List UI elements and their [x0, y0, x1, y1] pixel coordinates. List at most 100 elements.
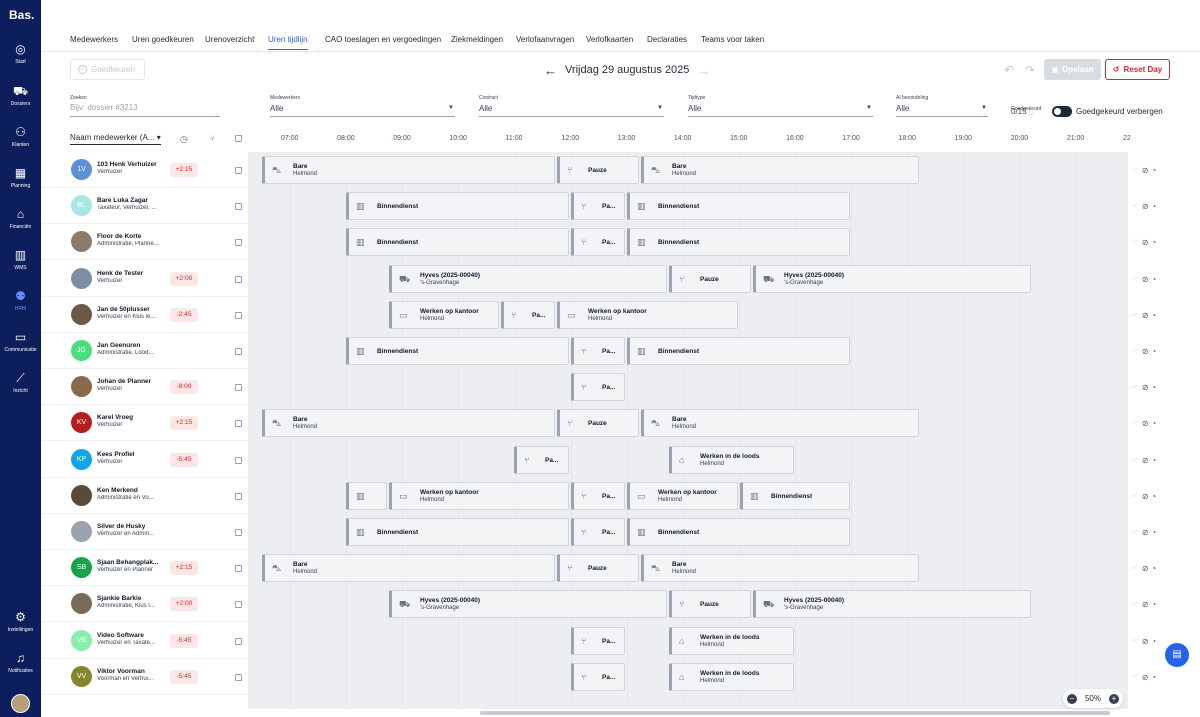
time-block[interactable]: ⛍ Bare Helmond — [262, 156, 555, 184]
time-block[interactable]: ⛍ Bare Helmond — [641, 156, 919, 184]
sidebar-item-instellingen[interactable]: ⚙ Instellingen — [0, 610, 41, 646]
horizontal-scrollbar[interactable] — [480, 711, 1110, 715]
row-checkbox[interactable] — [235, 565, 242, 573]
clock-icon[interactable]: ◷ — [180, 134, 188, 145]
time-block[interactable]: ⑂ Pa... — [571, 192, 625, 221]
row-checkbox[interactable] — [235, 239, 242, 247]
time-block[interactable]: ▥ Binnendienst — [627, 337, 850, 365]
reset-day-button[interactable]: ↺ Reset Day — [1105, 59, 1170, 80]
status-icon[interactable]: ◔ — [1151, 275, 1159, 284]
row-checkbox[interactable] — [235, 637, 242, 645]
time-block[interactable]: ⑂ Pauze — [557, 156, 639, 184]
undo-icon[interactable]: ↶ — [1132, 275, 1142, 284]
tab-cao-toeslagen-en-vergoedingen[interactable]: CAO toeslagen en vergoedingen — [325, 35, 441, 44]
tab-teams-voor-taken[interactable]: Teams voor taken — [701, 35, 764, 44]
user-avatar[interactable] — [11, 694, 30, 713]
row-checkbox[interactable] — [235, 203, 242, 211]
time-block[interactable]: ⛍ Bare Helmond — [262, 554, 555, 583]
tab-urenoverzicht[interactable]: Urenoverzicht — [205, 35, 254, 44]
time-block[interactable]: ⛍ Bare Helmond — [641, 409, 919, 438]
time-block[interactable]: ⑂ Pa... — [571, 373, 625, 402]
row-checkbox[interactable] — [235, 456, 242, 464]
status-icon[interactable]: ◔ — [1151, 564, 1159, 573]
undo-icon[interactable]: ↶ — [1132, 600, 1142, 609]
check-circle-icon[interactable]: ⊘ — [1142, 238, 1152, 247]
time-block[interactable]: ⑂ Pa... — [501, 300, 555, 329]
employee-row[interactable]: 1V 103 Henk Verhuizer Verhuizer +2:15 — [41, 152, 248, 188]
sidebar-item-hrm[interactable]: ⚉ HRM — [0, 289, 41, 325]
tab-declaraties[interactable]: Declaraties — [647, 35, 687, 44]
time-block[interactable]: ▥ Binnendienst — [627, 518, 850, 546]
employee-row[interactable]: JG Jan Geenuren Administratie, Lood... — [41, 333, 248, 369]
sidebar-item-communicatie[interactable]: ▭ Communicatie — [0, 330, 41, 366]
sort-select[interactable]: Naam medewerker (A... ▾ — [70, 133, 161, 145]
hide-approved-toggle[interactable] — [1052, 106, 1072, 117]
time-block[interactable]: ⑂ Pauze — [669, 264, 751, 293]
employees-filter[interactable]: Medewerkers Alle ▼ — [270, 95, 455, 117]
check-circle-icon[interactable]: ⊘ — [1142, 202, 1152, 211]
undo-icon[interactable]: ↶ — [1132, 202, 1142, 211]
undo-icon[interactable]: ↶ — [1132, 419, 1142, 428]
row-checkbox[interactable] — [235, 529, 242, 536]
sidebar-item-start[interactable]: ◎ Start — [0, 42, 41, 78]
save-button[interactable]: ▣ Opslaan — [1044, 59, 1101, 80]
employee-row[interactable]: Ken Merkend Administratie en Vo... — [41, 478, 248, 514]
redo-icon[interactable]: ↷ — [1025, 63, 1035, 77]
time-block[interactable]: ⑂ Pa... — [571, 626, 625, 655]
undo-icon[interactable]: ↶ — [1132, 347, 1142, 356]
row-checkbox[interactable] — [235, 275, 242, 283]
undo-icon[interactable]: ↶ — [1132, 311, 1142, 320]
undo-icon[interactable]: ↶ — [1132, 456, 1142, 465]
time-block[interactable]: ▭ Werken op kantoor Helmond — [389, 300, 499, 329]
undo-icon[interactable]: ↶ — [1132, 673, 1142, 682]
time-block[interactable]: ⑂ Pa... — [571, 228, 625, 257]
time-block[interactable]: ⌂ Werken in de loods Helmond — [669, 445, 794, 474]
status-icon[interactable]: ◔ — [1151, 492, 1159, 501]
row-checkbox[interactable] — [235, 348, 242, 355]
status-icon[interactable]: ◔ — [1151, 528, 1159, 537]
timetype-filter[interactable]: Tijdtype Alle ▼ — [688, 95, 873, 117]
time-block[interactable]: ⑂ Pauze — [557, 554, 639, 583]
time-block[interactable]: ⛟ Hyves (2025-00040)'s-Gravenhage — [389, 590, 667, 619]
fork-knife-icon[interactable]: ⑂ — [210, 134, 215, 143]
arrow-left-icon[interactable]: ← — [544, 63, 557, 78]
row-checkbox[interactable] — [235, 492, 242, 500]
row-checkbox[interactable] — [235, 601, 242, 609]
time-block[interactable]: ▥ Binnendienst — [346, 192, 569, 221]
undo-icon[interactable]: ↶ — [1132, 492, 1142, 501]
time-block[interactable]: ⑂ Pa... — [571, 662, 625, 691]
row-checkbox[interactable] — [235, 311, 242, 319]
check-circle-icon[interactable]: ⊘ — [1142, 492, 1152, 501]
row-checkbox[interactable] — [235, 420, 242, 428]
time-block[interactable]: ▭ Werken op kantoor Helmond — [627, 481, 738, 510]
time-block[interactable]: ▥ Binnendienst — [346, 518, 569, 546]
tab-uren-tijdlijn[interactable]: Uren tijdlijn — [268, 35, 308, 50]
select-all-checkbox[interactable] — [235, 135, 242, 142]
row-checkbox[interactable] — [235, 673, 242, 681]
check-circle-icon[interactable]: ⊘ — [1142, 673, 1152, 682]
status-icon[interactable]: ◔ — [1151, 383, 1159, 392]
status-icon[interactable]: ◔ — [1151, 673, 1159, 682]
search-input[interactable] — [70, 103, 220, 112]
check-circle-icon[interactable]: ⊘ — [1142, 528, 1152, 537]
sidebar-item-financiën[interactable]: ⌂ Financiën — [0, 207, 41, 243]
check-circle-icon[interactable]: ⊘ — [1142, 275, 1152, 284]
time-block[interactable]: ⌂ Werken in de loods Helmond — [669, 626, 794, 655]
employee-row[interactable]: Silver de Husky Verhuizer en Admin... — [41, 514, 248, 550]
check-circle-icon[interactable]: ⊘ — [1142, 347, 1152, 356]
tab-verlofkaarten[interactable]: Verlofkaarten — [586, 35, 633, 44]
sidebar-item-wms[interactable]: ▥ WMS — [0, 248, 41, 284]
status-icon[interactable]: ◔ — [1151, 456, 1159, 465]
employee-row[interactable]: Henk de Tester Verhuizer +2:00 — [41, 261, 248, 297]
time-block[interactable]: ⛍ Bare Helmond — [262, 409, 555, 438]
zoom-in-icon[interactable]: + — [1108, 693, 1119, 704]
status-icon[interactable]: ◔ — [1151, 166, 1159, 175]
status-icon[interactable]: ◔ — [1151, 311, 1159, 320]
status-icon[interactable]: ◔ — [1151, 419, 1159, 428]
employee-row[interactable]: KV Karel Vroeg Verhuizer +2:15 — [41, 405, 248, 442]
sidebar-item-dossiers[interactable]: ⛟ Dossiers — [0, 84, 41, 120]
undo-icon[interactable]: ↶ — [1132, 637, 1142, 646]
time-block[interactable]: ▥ Binnendienst — [627, 192, 850, 221]
sidebar-item-klanten[interactable]: ⚇ Klanten — [0, 125, 41, 161]
time-block[interactable]: ⛟ Hyves (2025-00040)'s-Gravenhage — [389, 264, 667, 293]
